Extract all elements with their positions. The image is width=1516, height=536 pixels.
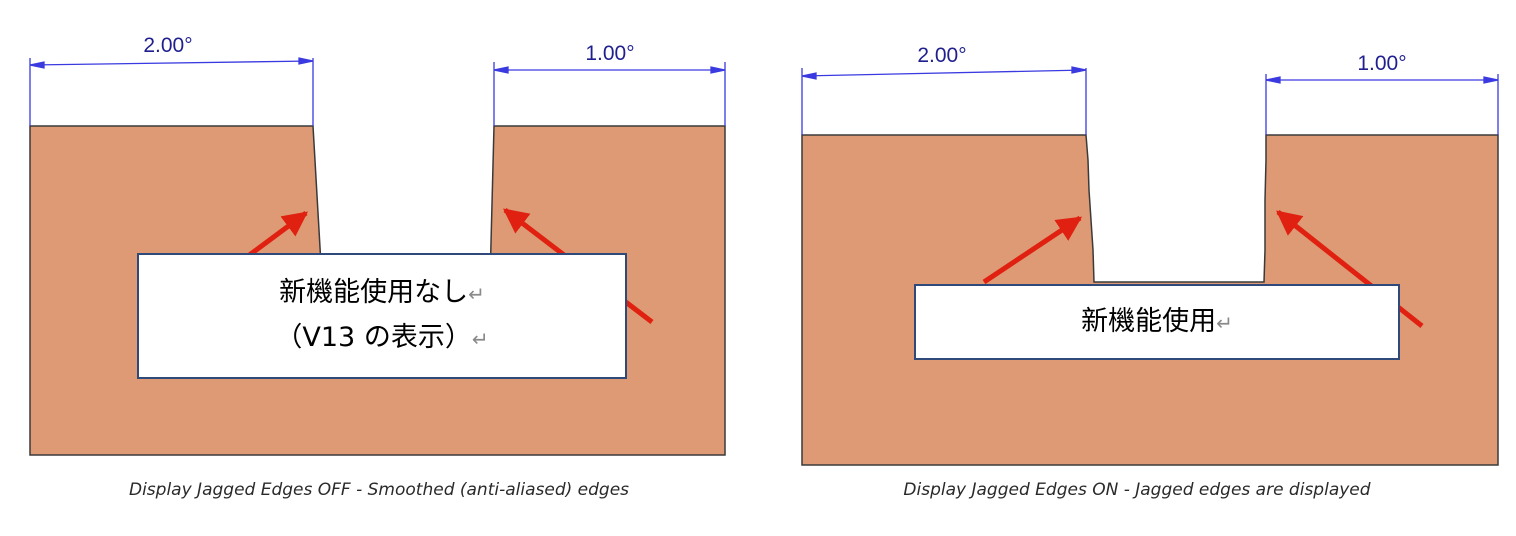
callout-line-1: 新機能使用なし↵ <box>279 277 485 308</box>
return-mark-icon: ↵ <box>468 282 485 306</box>
dimension-left <box>801 66 1087 135</box>
callout-line-2: （V13 の表示）↵ <box>275 322 489 353</box>
panel-jagged: 2.00° 1.00° 新機能使用↵ Display Jagged Edges … <box>758 0 1516 536</box>
caption: Display Jagged Edges OFF - Smoothed (ant… <box>128 480 630 500</box>
dimension-left <box>29 57 314 126</box>
return-mark-icon: ↵ <box>1216 310 1233 335</box>
dimension-right-label: 1.00° <box>1357 52 1406 75</box>
callout-box: 新機能使用↵ <box>914 284 1400 360</box>
caption: Display Jagged Edges ON - Jagged edges a… <box>903 480 1371 500</box>
panel-anti-aliased: 2.00° 1.00° 新機能使用なし↵ （V13 の表示）↵ Display … <box>0 0 758 536</box>
diagram-jagged: 2.00° 1.00° <box>801 44 1499 466</box>
dimension-right-label: 1.00° <box>585 42 634 65</box>
dimension-right <box>493 62 726 126</box>
callout-line-1: 新機能使用↵ <box>1081 305 1233 337</box>
dimension-left-label: 2.00° <box>917 44 966 67</box>
callout-box: 新機能使用なし↵ （V13 の表示）↵ <box>137 253 627 379</box>
dimension-left-label: 2.00° <box>143 34 192 57</box>
dimension-right <box>1265 74 1499 135</box>
return-mark-icon: ↵ <box>471 327 489 351</box>
